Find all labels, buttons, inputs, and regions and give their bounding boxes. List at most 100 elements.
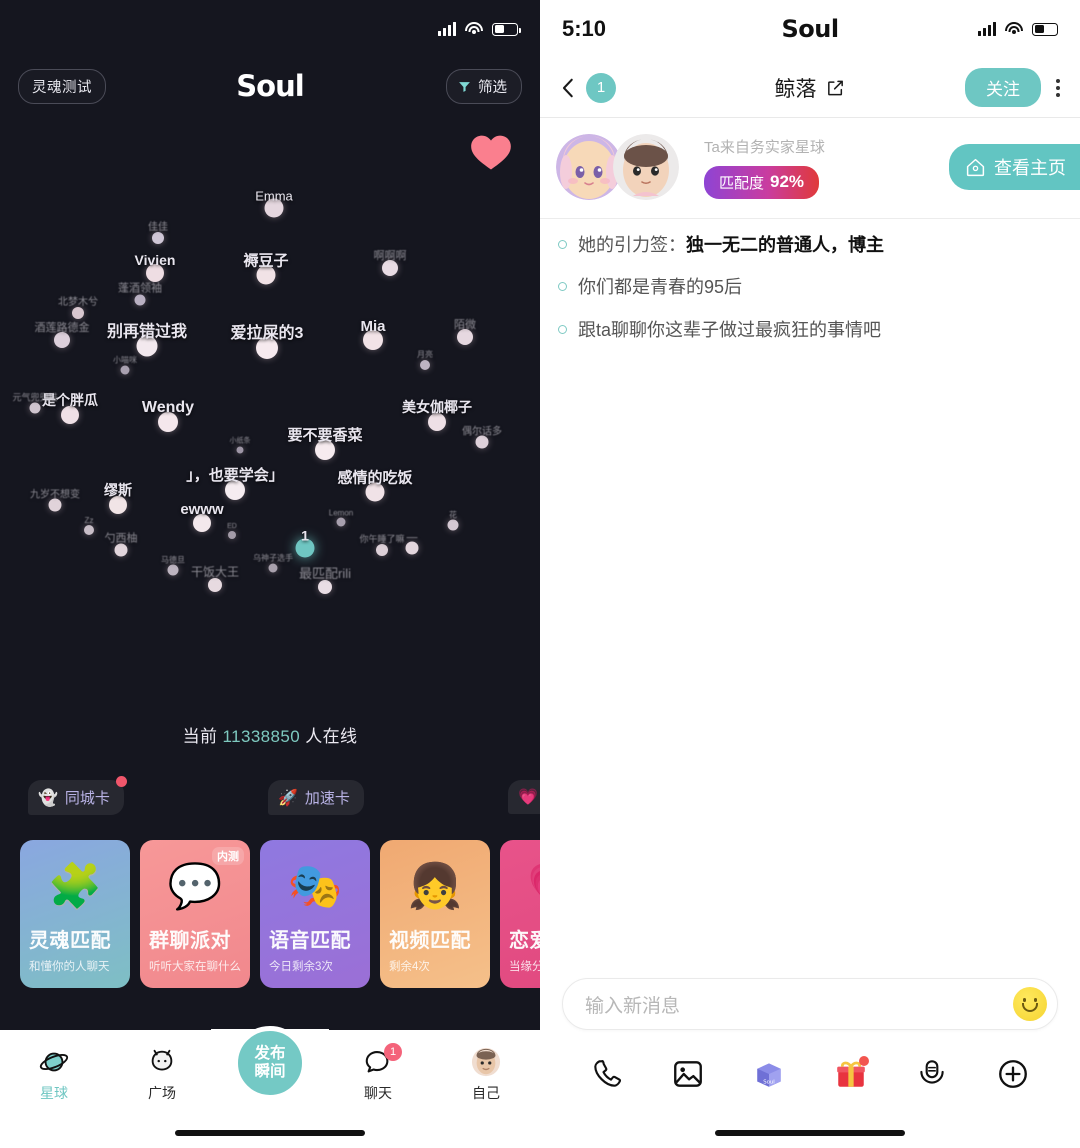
star-label: 九岁不想变 bbox=[30, 489, 80, 500]
star-dot bbox=[48, 498, 62, 512]
match-card[interactable]: 🧩 灵魂匹配 和懂你的人聊天 bbox=[20, 840, 130, 988]
star-node[interactable]: 1 bbox=[295, 527, 315, 558]
star-node[interactable]: 小纸条 bbox=[230, 437, 251, 454]
match-card[interactable]: 💗 恋爱铃当缘分来临 bbox=[500, 840, 540, 988]
card-title: 视频匹配 bbox=[389, 930, 471, 952]
match-card-carousel[interactable]: 🧩 灵魂匹配 和懂你的人聊天 💬 内测 群聊派对 听听大家在聊什么 🎭 语音匹配 今日剩余3次 👧 视… bbox=[20, 840, 540, 988]
match-score-value: 92% bbox=[770, 172, 805, 191]
star-node[interactable]: 北梦木兮 bbox=[58, 297, 98, 319]
star-dot bbox=[134, 294, 146, 306]
wifi-icon bbox=[465, 22, 483, 36]
star-node[interactable]: Lemon bbox=[329, 508, 353, 527]
star-dot bbox=[152, 232, 164, 244]
tip-text: 你们都是青春的95后 bbox=[578, 275, 742, 299]
match-card[interactable]: 👧 视频匹配 剩余4次 bbox=[380, 840, 490, 988]
match-card[interactable]: 💬 内测 群聊派对 听听大家在聊什么 bbox=[140, 840, 250, 988]
soul-box-icon[interactable]: Soul bbox=[747, 1052, 791, 1096]
card-subtitle: 和懂你的人聊天 bbox=[29, 961, 110, 973]
chip-heart[interactable]: 💗 bbox=[508, 780, 540, 814]
star-node[interactable]: 小喵咪 bbox=[113, 355, 137, 375]
smiley-icon[interactable] bbox=[1013, 987, 1047, 1021]
star-node[interactable]: — bbox=[405, 531, 419, 555]
star-node[interactable]: 别再错过我 bbox=[107, 323, 187, 357]
star-node[interactable]: 褥豆子 bbox=[243, 252, 289, 285]
view-homepage-button[interactable]: 查看主页 bbox=[949, 144, 1080, 190]
star-node[interactable]: 干饭大王 bbox=[191, 565, 239, 592]
edit-square-icon[interactable] bbox=[826, 78, 846, 98]
star-node[interactable]: 蓬酒领袖 bbox=[118, 282, 162, 306]
tab-chat[interactable]: 1 聊天 bbox=[324, 1043, 432, 1103]
star-dot bbox=[72, 307, 84, 319]
plus-icon[interactable] bbox=[991, 1052, 1035, 1096]
message-input[interactable]: 输入新消息 bbox=[585, 991, 1013, 1018]
star-node[interactable]: 九岁不想变 bbox=[30, 489, 80, 512]
star-node[interactable]: 马德旦 bbox=[161, 555, 185, 576]
status-time: 5:10 bbox=[562, 16, 607, 41]
chip-label: 加速卡 bbox=[304, 790, 350, 807]
conversation-tip: 跟ta聊聊你这辈子做过最疯狂的事情吧 bbox=[558, 318, 1062, 342]
star-label: 小喵咪 bbox=[113, 355, 137, 364]
star-node[interactable]: 最匹配rili bbox=[299, 566, 351, 594]
star-node[interactable]: Wendy bbox=[142, 399, 194, 432]
star-node[interactable]: 啊啊啊 bbox=[374, 250, 407, 276]
star-node[interactable]: 你午睡了嘛 bbox=[359, 534, 405, 556]
star-label: Vivien bbox=[134, 252, 176, 268]
gift-icon[interactable] bbox=[829, 1052, 873, 1096]
star-label: 爱拉屎的3 bbox=[230, 325, 304, 342]
star-node[interactable]: 勺西柚 bbox=[105, 532, 138, 557]
chip-ghost[interactable]: 👻 同城卡 bbox=[28, 776, 127, 815]
star-label: 马德旦 bbox=[161, 555, 185, 564]
star-node[interactable]: Mia bbox=[360, 318, 386, 350]
compass-icon bbox=[108, 1046, 216, 1078]
star-map[interactable]: 佳佳 Emma Vivien 褥豆子 啊啊啊蓬酒领袖 北梦木兮 别再错过我 酒莲路德金 爱拉屎的… bbox=[0, 160, 540, 720]
match-card[interactable]: 🎭 语音匹配 今日剩余3次 bbox=[260, 840, 370, 988]
voice-avatars-icon: 🎭 bbox=[287, 862, 343, 911]
match-info-card: Ta来自务实家星球 匹配度 92% 查看主页 bbox=[540, 118, 1080, 219]
chip-rocket[interactable]: 🚀 加速卡 bbox=[268, 780, 364, 815]
star-node[interactable]: 陌微 bbox=[454, 319, 476, 345]
star-node[interactable]: 花 bbox=[447, 510, 459, 531]
unread-count-badge[interactable]: 1 bbox=[586, 72, 616, 103]
follow-button[interactable]: 关注 bbox=[965, 68, 1041, 107]
tab-compass[interactable]: 广场 bbox=[108, 1046, 216, 1103]
star-node[interactable]: 乌神子选手 bbox=[253, 553, 293, 573]
star-node[interactable]: 」，也要学会」 bbox=[186, 467, 284, 500]
star-node[interactable]: 感情的吃饭 bbox=[337, 469, 413, 502]
star-node[interactable]: 元气兜兜猫 bbox=[12, 392, 58, 414]
mic-icon[interactable] bbox=[910, 1052, 954, 1096]
star-node[interactable]: 偶尔话多 bbox=[462, 426, 502, 449]
kebab-menu-icon[interactable] bbox=[1054, 75, 1062, 101]
post-moment-button[interactable]: 发布 瞬间 bbox=[233, 1026, 307, 1100]
soul-test-button[interactable]: 灵魂测试 bbox=[18, 68, 106, 104]
message-composer: 输入新消息 bbox=[540, 978, 1080, 1030]
star-node[interactable]: 爱拉屎的3 bbox=[231, 325, 303, 359]
phone-icon[interactable] bbox=[585, 1052, 629, 1096]
star-node[interactable]: 酒莲路德金 bbox=[35, 322, 90, 348]
star-node[interactable]: 是个胖瓜 bbox=[42, 392, 98, 424]
image-icon[interactable] bbox=[666, 1052, 710, 1096]
online-prefix: 当前 bbox=[182, 727, 218, 746]
star-node[interactable]: 月亮 bbox=[417, 350, 433, 370]
star-node[interactable]: ED bbox=[227, 523, 237, 539]
star-label: 缪斯 bbox=[104, 482, 132, 498]
star-node[interactable]: ewww bbox=[180, 501, 224, 532]
star-node[interactable]: 要不要香菜 bbox=[287, 427, 363, 460]
star-node[interactable]: 缪斯 bbox=[104, 482, 132, 514]
star-node[interactable]: Zz bbox=[84, 516, 94, 535]
star-dot bbox=[475, 435, 489, 449]
star-node[interactable]: Emma bbox=[255, 188, 293, 218]
battery-icon bbox=[1032, 22, 1061, 36]
online-count: 当前 11338850 人在线 bbox=[0, 722, 540, 747]
svg-text:Soul: Soul bbox=[764, 1080, 775, 1086]
card-badge: 内测 bbox=[212, 847, 244, 865]
tip-label: 跟ta聊聊你这辈子做过最疯狂的事情吧 bbox=[578, 319, 882, 340]
tab-planet[interactable]: 星球 bbox=[0, 1046, 108, 1103]
conversation-tips-list: 她的引力签：独一无二的普通人，博主 你们都是青春的95后 跟ta聊聊你这辈子做过最疯… bbox=[540, 219, 1080, 364]
star-node[interactable]: 佳佳 bbox=[148, 222, 168, 244]
star-node[interactable]: 美女伽椰子 bbox=[402, 399, 472, 431]
chevron-left-icon[interactable] bbox=[558, 77, 580, 99]
filter-button[interactable]: 筛选 bbox=[446, 68, 522, 104]
tab-avatar[interactable]: 自己 bbox=[432, 1046, 540, 1103]
star-label: Emma bbox=[255, 188, 293, 203]
message-input-bar[interactable]: 输入新消息 bbox=[562, 978, 1058, 1030]
